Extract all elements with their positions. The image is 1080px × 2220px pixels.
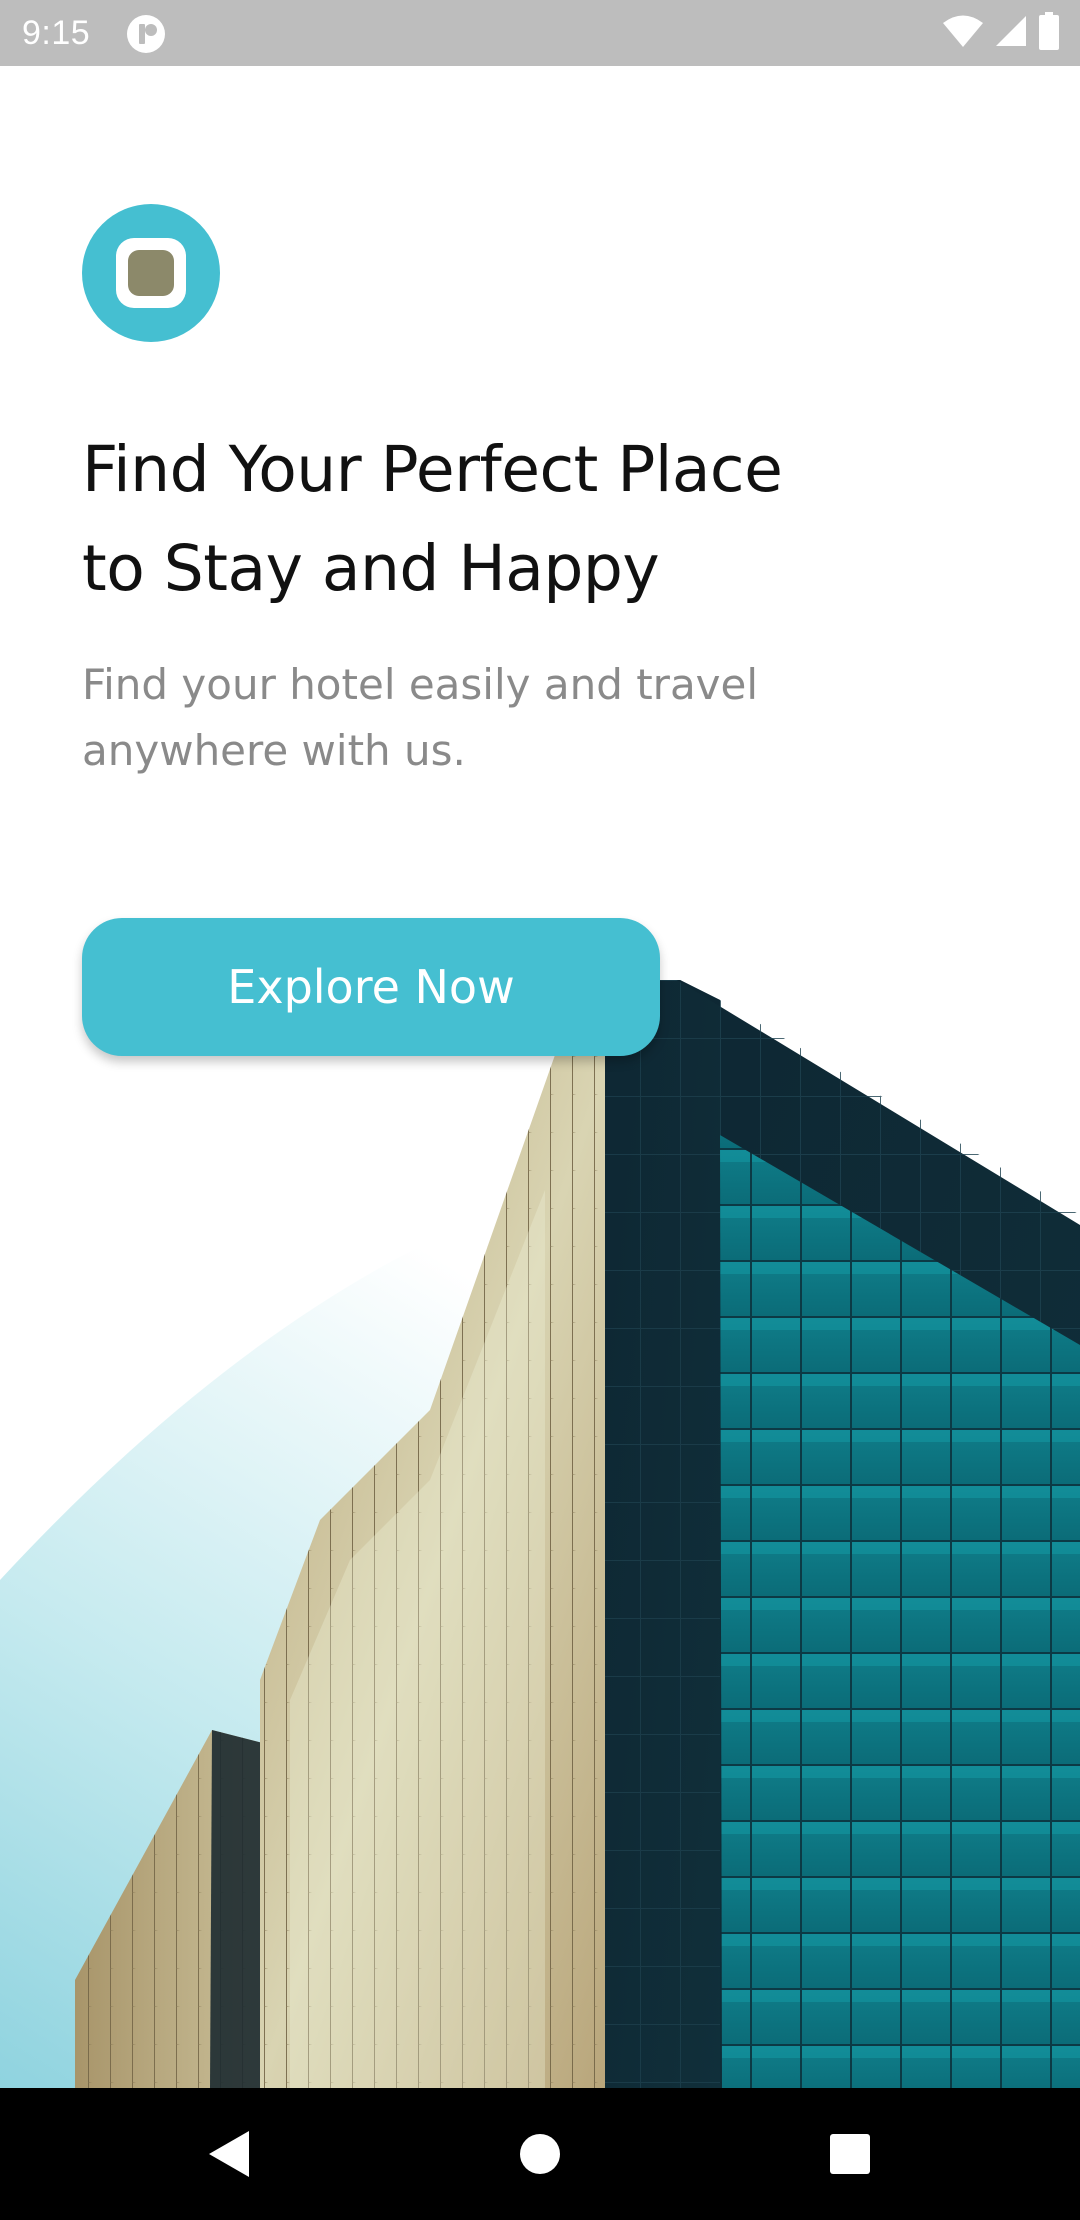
navigation-bar <box>0 2088 1080 2220</box>
app-logo-icon <box>82 204 220 342</box>
wifi-icon <box>942 14 984 52</box>
headline-line-2: to Stay and Happy <box>82 532 660 605</box>
recents-icon[interactable] <box>820 2124 880 2184</box>
subtitle-line-2: anywhere with us. <box>82 726 466 775</box>
status-time: 9:15 <box>22 14 91 52</box>
building-image <box>0 980 1080 2088</box>
app-notification-icon <box>126 14 166 54</box>
cell-signal-icon <box>994 14 1028 52</box>
headline-line-1: Find Your Perfect Place <box>82 433 783 506</box>
subtitle-line-1: Find your hotel easily and travel <box>82 660 759 709</box>
home-icon[interactable] <box>510 2124 570 2184</box>
subtitle: Find your hotel easily and travel anywhe… <box>82 652 882 784</box>
page-title: Find Your Perfect Place to Stay and Happ… <box>82 420 982 618</box>
battery-icon <box>1038 12 1060 54</box>
explore-now-button[interactable]: Explore Now <box>82 918 660 1056</box>
back-icon[interactable] <box>198 2124 258 2184</box>
status-bar: 9:15 <box>0 0 1080 66</box>
status-icons <box>942 12 1060 54</box>
